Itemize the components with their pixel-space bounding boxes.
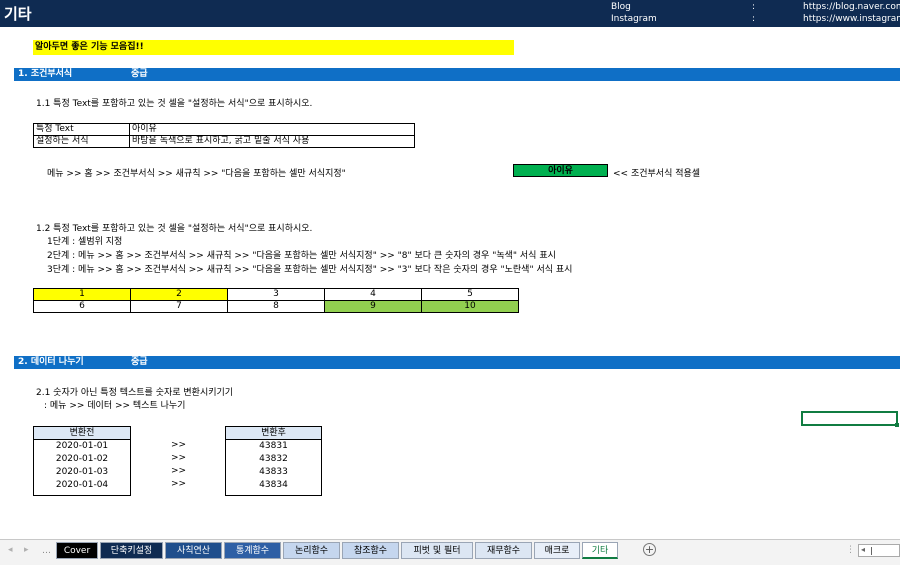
active-cell-selection[interactable] <box>801 411 898 426</box>
before-table: 변환전 2020-01-01 2020-01-02 2020-01-03 202… <box>33 426 131 496</box>
arrow-label: >> <box>171 453 187 463</box>
arrow-label: >> <box>171 440 187 450</box>
tab-lookup[interactable]: 참조함수 <box>342 542 399 559</box>
before-value[interactable]: 2020-01-01 <box>34 440 130 453</box>
horizontal-scrollbar[interactable]: ◂ <box>858 544 900 557</box>
instagram-colon: : <box>752 14 756 24</box>
section-level: 중급 <box>131 357 148 367</box>
number-cell[interactable]: 9 <box>324 300 422 313</box>
scroll-tabs-right-icon[interactable]: ▸ <box>24 545 29 555</box>
tab-cover[interactable]: Cover <box>56 542 98 559</box>
page-title: 기타 <box>4 5 32 23</box>
scroll-tabs-left-icon[interactable]: ◂ <box>8 545 13 555</box>
tab-shortcuts[interactable]: 단축키설정 <box>100 542 163 559</box>
before-value[interactable]: 2020-01-04 <box>34 479 130 492</box>
before-header[interactable]: 변환전 <box>34 427 130 440</box>
number-cell[interactable]: 6 <box>33 300 131 313</box>
spec-label[interactable]: 특정 Text <box>33 123 130 136</box>
tab-macro[interactable]: 매크로 <box>534 542 580 559</box>
fill-handle[interactable] <box>895 423 899 427</box>
number-cell[interactable]: 2 <box>130 288 228 301</box>
number-cell[interactable]: 10 <box>421 300 519 313</box>
result-note: << 조건부서식 적용셀 <box>613 169 701 179</box>
menu-path-2-1: : 메뉴 >> 데이터 >> 텍스트 나누기 <box>44 401 186 411</box>
after-header[interactable]: 변환후 <box>226 427 321 440</box>
number-cell[interactable]: 5 <box>421 288 519 301</box>
tab-arithmetic[interactable]: 사칙연산 <box>165 542 222 559</box>
after-value[interactable]: 43832 <box>226 453 321 466</box>
number-cell[interactable]: 8 <box>227 300 325 313</box>
section-header-text-to-columns: 2. 데이터 나누기 중급 <box>14 356 900 369</box>
intro-banner: 알아두면 좋은 기능 모음집!! <box>33 40 514 55</box>
menu-path-1-1: 메뉴 >> 홈 >> 조건부서식 >> 새규칙 >> "다음을 포함하는 셀만 … <box>47 169 346 179</box>
scroll-thumb[interactable] <box>871 547 872 555</box>
conditional-result-cell[interactable]: 아이유 <box>513 164 608 177</box>
after-table: 변환후 43831 43832 43833 43834 <box>225 426 322 496</box>
number-cell[interactable]: 3 <box>227 288 325 301</box>
tab-logic[interactable]: 논리함수 <box>283 542 340 559</box>
before-value[interactable]: 2020-01-03 <box>34 466 130 479</box>
section-title: 2. 데이터 나누기 <box>18 357 84 367</box>
step-1: 1단계 : 셀범위 지정 <box>47 237 123 247</box>
arrow-label: >> <box>171 466 187 476</box>
add-sheet-icon[interactable]: + <box>643 543 656 556</box>
number-cell[interactable]: 7 <box>130 300 228 313</box>
blog-colon: : <box>752 2 756 12</box>
splitter-handle-icon[interactable]: ⋮ <box>846 545 855 555</box>
number-cell[interactable]: 1 <box>33 288 131 301</box>
number-cell[interactable]: 4 <box>324 288 422 301</box>
spec-value[interactable]: 아이유 <box>129 123 415 136</box>
tab-statistics[interactable]: 통계함수 <box>224 542 281 559</box>
after-value[interactable]: 43834 <box>226 479 321 492</box>
more-tabs-icon[interactable]: … <box>42 546 51 556</box>
section-header-conditional-format: 1. 조건부서식 중급 <box>14 68 900 81</box>
blog-link[interactable]: https://blog.naver.com <box>803 2 900 12</box>
question-1-1: 1.1 특정 Text를 포함하고 있는 것 셀을 "설정하는 서식"으로 표시… <box>36 99 313 109</box>
step-3: 3단계 : 메뉴 >> 홈 >> 조건부서식 >> 새규칙 >> "다음을 포함… <box>47 265 573 275</box>
tab-pivot-filter[interactable]: 피벗 및 필터 <box>401 542 473 559</box>
header-bar <box>0 0 900 27</box>
scroll-left-icon[interactable]: ◂ <box>861 545 865 554</box>
before-value[interactable]: 2020-01-02 <box>34 453 130 466</box>
blog-label: Blog <box>611 2 631 12</box>
after-value[interactable]: 43833 <box>226 466 321 479</box>
format-spec-table: 특정 Text 아이유 설정하는 서식 바탕을 녹색으로 표시하고, 굵고 밑줄… <box>33 123 415 148</box>
instagram-link[interactable]: https://www.instagram <box>803 14 900 24</box>
tab-misc[interactable]: 기타 <box>582 542 618 559</box>
section-title: 1. 조건부서식 <box>18 69 73 79</box>
number-grid: 1 2 3 4 5 6 7 8 9 10 <box>33 288 519 313</box>
spec-label[interactable]: 설정하는 서식 <box>33 135 130 148</box>
instagram-label: Instagram <box>611 14 657 24</box>
arrow-label: >> <box>171 479 187 489</box>
step-2: 2단계 : 메뉴 >> 홈 >> 조건부서식 >> 새규칙 >> "다음을 포함… <box>47 251 556 261</box>
question-1-2: 1.2 특정 Text를 포함하고 있는 것 셀을 "설정하는 서식"으로 표시… <box>36 224 313 234</box>
after-value[interactable]: 43831 <box>226 440 321 453</box>
question-2-1: 2.1 숫자가 아닌 특정 텍스트를 숫자로 변환시키기기 <box>36 388 234 398</box>
tab-finance[interactable]: 재무함수 <box>475 542 532 559</box>
section-level: 중급 <box>131 69 148 79</box>
spec-value[interactable]: 바탕을 녹색으로 표시하고, 굵고 밑줄 서식 사용 <box>129 135 415 148</box>
